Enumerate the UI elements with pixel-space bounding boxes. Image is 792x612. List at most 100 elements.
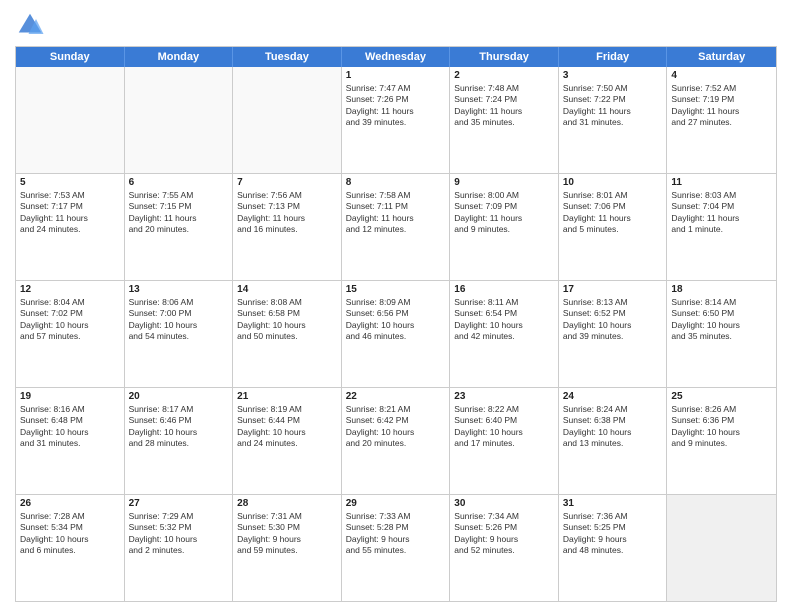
day-cell-7: 7Sunrise: 7:56 AM Sunset: 7:13 PM Daylig… <box>233 174 342 280</box>
day-cell-24: 24Sunrise: 8:24 AM Sunset: 6:38 PM Dayli… <box>559 388 668 494</box>
day-info: Sunrise: 7:29 AM Sunset: 5:32 PM Dayligh… <box>129 511 229 557</box>
day-info: Sunrise: 7:33 AM Sunset: 5:28 PM Dayligh… <box>346 511 446 557</box>
day-headers: SundayMondayTuesdayWednesdayThursdayFrid… <box>16 47 776 67</box>
day-number: 24 <box>563 391 663 402</box>
calendar-grid: 1 Sunrise: 7:47 AM Sunset: 7:26 PM Daylig… <box>16 67 776 601</box>
day-info: Sunrise: 8:08 AM Sunset: 6:58 PM Dayligh… <box>237 297 337 343</box>
day-number: 28 <box>237 498 337 509</box>
day-info: Sunrise: 8:00 AM Sunset: 7:09 PM Dayligh… <box>454 190 554 236</box>
week-row-2: 5 Sunrise: 7:53 AM Sunset: 7:17 PM Daylig… <box>16 174 776 281</box>
day-cell-10: 10 Sunrise: 8:01 AM Sunset: 7:06 PM Dayli… <box>559 174 668 280</box>
day-info: Sunrise: 7:36 AM Sunset: 5:25 PM Dayligh… <box>563 511 663 557</box>
day-info: Sunrise: 7:53 AM Sunset: 7:17 PM Dayligh… <box>20 190 120 236</box>
day-number: 1 <box>346 70 446 81</box>
day-info: Sunrise: 7:47 AM Sunset: 7:26 PM Dayligh… <box>346 83 446 129</box>
day-number: 19 <box>20 391 120 402</box>
day-info: Sunrise: 8:26 AM Sunset: 6:36 PM Dayligh… <box>671 404 772 450</box>
day-cell-26: 26Sunrise: 7:28 AM Sunset: 5:34 PM Dayli… <box>16 495 125 601</box>
day-cell-19: 19Sunrise: 8:16 AM Sunset: 6:48 PM Dayli… <box>16 388 125 494</box>
day-info: Sunrise: 7:48 AM Sunset: 7:24 PM Dayligh… <box>454 83 554 129</box>
day-number: 4 <box>671 70 772 81</box>
day-info: Sunrise: 7:52 AM Sunset: 7:19 PM Dayligh… <box>671 83 772 129</box>
page: SundayMondayTuesdayWednesdayThursdayFrid… <box>0 0 792 612</box>
day-number: 2 <box>454 70 554 81</box>
day-number: 16 <box>454 284 554 295</box>
day-cell-2: 2 Sunrise: 7:48 AM Sunset: 7:24 PM Daylig… <box>450 67 559 173</box>
day-info: Sunrise: 7:28 AM Sunset: 5:34 PM Dayligh… <box>20 511 120 557</box>
logo <box>15 10 49 40</box>
day-cell-empty <box>16 67 125 173</box>
week-row-4: 19Sunrise: 8:16 AM Sunset: 6:48 PM Dayli… <box>16 388 776 495</box>
day-info: Sunrise: 7:55 AM Sunset: 7:15 PM Dayligh… <box>129 190 229 236</box>
day-number: 9 <box>454 177 554 188</box>
day-cell-3: 3 Sunrise: 7:50 AM Sunset: 7:22 PM Daylig… <box>559 67 668 173</box>
day-cell-31: 31 Sunrise: 7:36 AM Sunset: 5:25 PM Dayli… <box>559 495 668 601</box>
day-cell-17: 17Sunrise: 8:13 AM Sunset: 6:52 PM Dayli… <box>559 281 668 387</box>
day-header-saturday: Saturday <box>667 47 776 67</box>
day-number: 22 <box>346 391 446 402</box>
week-row-5: 26Sunrise: 7:28 AM Sunset: 5:34 PM Dayli… <box>16 495 776 601</box>
day-number: 15 <box>346 284 446 295</box>
day-number: 25 <box>671 391 772 402</box>
day-number: 8 <box>346 177 446 188</box>
day-number: 13 <box>129 284 229 295</box>
day-header-friday: Friday <box>559 47 668 67</box>
day-cell-27: 27 Sunrise: 7:29 AM Sunset: 5:32 PM Dayli… <box>125 495 234 601</box>
day-cell-29: 29Sunrise: 7:33 AM Sunset: 5:28 PM Dayli… <box>342 495 451 601</box>
day-cell-12: 12Sunrise: 8:04 AM Sunset: 7:02 PM Dayli… <box>16 281 125 387</box>
day-cell-15: 15 Sunrise: 8:09 AM Sunset: 6:56 PM Dayli… <box>342 281 451 387</box>
day-info: Sunrise: 8:22 AM Sunset: 6:40 PM Dayligh… <box>454 404 554 450</box>
day-cell-22: 22 Sunrise: 8:21 AM Sunset: 6:42 PM Dayli… <box>342 388 451 494</box>
day-cell-21: 21 Sunrise: 8:19 AM Sunset: 6:44 PM Dayli… <box>233 388 342 494</box>
day-info: Sunrise: 8:09 AM Sunset: 6:56 PM Dayligh… <box>346 297 446 343</box>
day-number: 14 <box>237 284 337 295</box>
day-info: Sunrise: 8:03 AM Sunset: 7:04 PM Dayligh… <box>671 190 772 236</box>
day-cell-8: 8Sunrise: 7:58 AM Sunset: 7:11 PM Daylig… <box>342 174 451 280</box>
day-cell-25: 25 Sunrise: 8:26 AM Sunset: 6:36 PM Dayli… <box>667 388 776 494</box>
day-cell-empty <box>125 67 234 173</box>
day-cell-23: 23 Sunrise: 8:22 AM Sunset: 6:40 PM Dayli… <box>450 388 559 494</box>
day-cell-18: 18 Sunrise: 8:14 AM Sunset: 6:50 PM Dayli… <box>667 281 776 387</box>
day-info: Sunrise: 8:17 AM Sunset: 6:46 PM Dayligh… <box>129 404 229 450</box>
header <box>15 10 777 40</box>
day-cell-5: 5 Sunrise: 7:53 AM Sunset: 7:17 PM Daylig… <box>16 174 125 280</box>
day-info: Sunrise: 8:21 AM Sunset: 6:42 PM Dayligh… <box>346 404 446 450</box>
day-cell-empty <box>233 67 342 173</box>
day-info: Sunrise: 7:56 AM Sunset: 7:13 PM Dayligh… <box>237 190 337 236</box>
day-header-sunday: Sunday <box>16 47 125 67</box>
day-number: 30 <box>454 498 554 509</box>
day-number: 18 <box>671 284 772 295</box>
day-number: 10 <box>563 177 663 188</box>
day-info: Sunrise: 8:01 AM Sunset: 7:06 PM Dayligh… <box>563 190 663 236</box>
week-row-3: 12Sunrise: 8:04 AM Sunset: 7:02 PM Dayli… <box>16 281 776 388</box>
day-cell-20: 20Sunrise: 8:17 AM Sunset: 6:46 PM Dayli… <box>125 388 234 494</box>
day-cell-28: 28Sunrise: 7:31 AM Sunset: 5:30 PM Dayli… <box>233 495 342 601</box>
day-number: 6 <box>129 177 229 188</box>
day-cell-11: 11 Sunrise: 8:03 AM Sunset: 7:04 PM Dayli… <box>667 174 776 280</box>
day-header-thursday: Thursday <box>450 47 559 67</box>
day-number: 5 <box>20 177 120 188</box>
day-number: 23 <box>454 391 554 402</box>
day-info: Sunrise: 8:06 AM Sunset: 7:00 PM Dayligh… <box>129 297 229 343</box>
day-cell-empty <box>667 495 776 601</box>
day-number: 17 <box>563 284 663 295</box>
week-row-1: 1 Sunrise: 7:47 AM Sunset: 7:26 PM Daylig… <box>16 67 776 174</box>
day-cell-14: 14 Sunrise: 8:08 AM Sunset: 6:58 PM Dayli… <box>233 281 342 387</box>
day-info: Sunrise: 8:14 AM Sunset: 6:50 PM Dayligh… <box>671 297 772 343</box>
day-info: Sunrise: 7:50 AM Sunset: 7:22 PM Dayligh… <box>563 83 663 129</box>
day-number: 3 <box>563 70 663 81</box>
day-cell-9: 9 Sunrise: 8:00 AM Sunset: 7:09 PM Daylig… <box>450 174 559 280</box>
day-cell-13: 13 Sunrise: 8:06 AM Sunset: 7:00 PM Dayli… <box>125 281 234 387</box>
day-number: 11 <box>671 177 772 188</box>
day-number: 12 <box>20 284 120 295</box>
day-cell-6: 6 Sunrise: 7:55 AM Sunset: 7:15 PM Daylig… <box>125 174 234 280</box>
day-info: Sunrise: 8:19 AM Sunset: 6:44 PM Dayligh… <box>237 404 337 450</box>
day-number: 21 <box>237 391 337 402</box>
day-cell-16: 16 Sunrise: 8:11 AM Sunset: 6:54 PM Dayli… <box>450 281 559 387</box>
day-cell-4: 4 Sunrise: 7:52 AM Sunset: 7:19 PM Daylig… <box>667 67 776 173</box>
day-info: Sunrise: 8:11 AM Sunset: 6:54 PM Dayligh… <box>454 297 554 343</box>
day-number: 27 <box>129 498 229 509</box>
logo-icon <box>15 10 45 40</box>
day-header-tuesday: Tuesday <box>233 47 342 67</box>
day-number: 31 <box>563 498 663 509</box>
